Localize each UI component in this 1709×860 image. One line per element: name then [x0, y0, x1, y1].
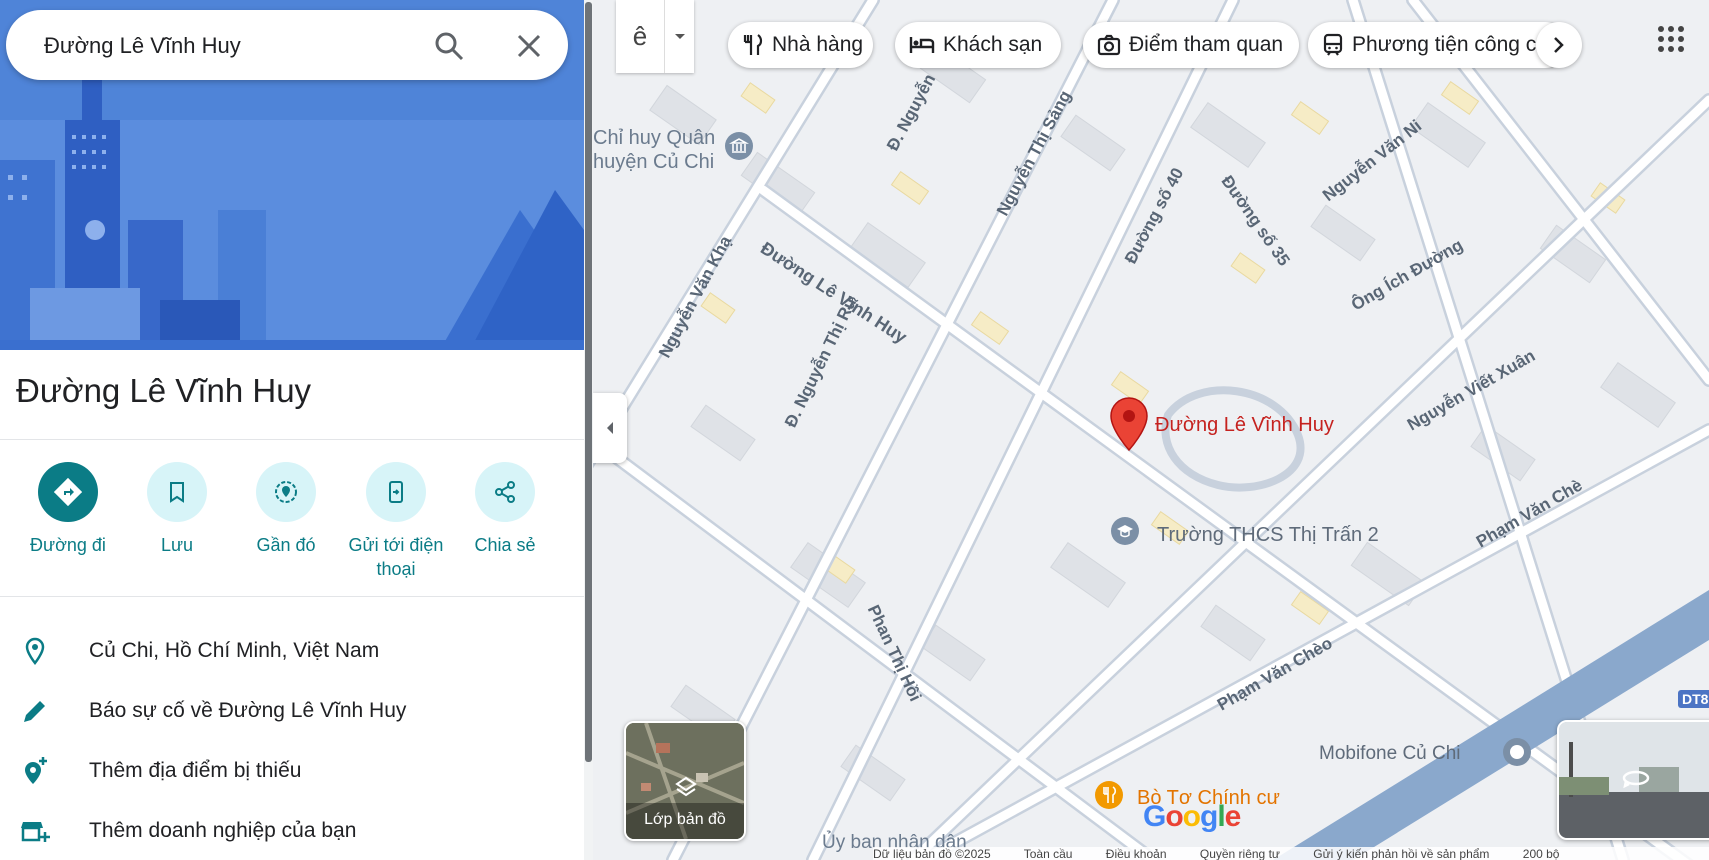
- street-view-thumbnail[interactable]: [1557, 720, 1709, 840]
- input-tools: ê: [616, 0, 694, 73]
- chip-attractions-label: Điểm tham quan: [1129, 33, 1284, 56]
- restaurant-icon: [743, 34, 763, 55]
- nearby-label: Gần đó: [256, 535, 316, 555]
- search-box: [6, 10, 568, 80]
- action-bar: Đường đi Lưu Gần đó Gửi tới điện thoại C…: [0, 460, 584, 590]
- map-footer: Dữ liệu bản đồ ©2025 Toàn cầu Điều khoản…: [873, 847, 1709, 860]
- poi-icon[interactable]: [1501, 736, 1533, 768]
- hotel-icon: [909, 37, 935, 53]
- report-issue-text: Báo sự cố về Đường Lê Vĩnh Huy: [89, 699, 407, 722]
- place-panel: Đường Lê Vĩnh Huy Đường đi Lưu Gần đó Gử…: [0, 0, 584, 860]
- pin-label[interactable]: Đường Lê Vĩnh Huy: [1155, 414, 1334, 437]
- location-pin-icon: [20, 636, 50, 666]
- add-business-row[interactable]: Thêm doanh nghiệp của bạn: [0, 804, 584, 858]
- nearby-icon: [256, 462, 316, 522]
- chip-restaurants[interactable]: Nhà hàng: [728, 22, 873, 68]
- place-title: Đường Lê Vĩnh Huy: [16, 372, 312, 409]
- chip-restaurants-label: Nhà hàng: [772, 33, 864, 56]
- bookmark-icon: [147, 462, 207, 522]
- divider: [0, 439, 584, 440]
- location-pin-marker[interactable]: [1109, 397, 1149, 451]
- address-row[interactable]: Củ Chi, Hồ Chí Minh, Việt Nam: [0, 624, 584, 678]
- panel-scrollbar[interactable]: [584, 0, 593, 860]
- rotate-360-icon: [1622, 770, 1650, 789]
- museum-icon[interactable]: [724, 131, 754, 161]
- address-text: Củ Chi, Hồ Chí Minh, Việt Nam: [89, 639, 380, 662]
- hero-illustration: [0, 0, 584, 350]
- footer-feedback[interactable]: Gửi ý kiến phản hồi về sản phẩm: [1313, 847, 1489, 860]
- poi-school[interactable]: Trường THCS Thị Trấn 2: [1157, 524, 1379, 547]
- share-button[interactable]: Chia sẻ: [450, 460, 560, 557]
- layers-label: Lớp bản đồ: [644, 811, 726, 828]
- collapse-panel-button[interactable]: [593, 393, 627, 463]
- footer-terms[interactable]: Điều khoản: [1106, 847, 1167, 860]
- directions-label: Đường đi: [30, 535, 106, 555]
- footer-map-data[interactable]: Dữ liệu bản đồ ©2025: [873, 847, 991, 860]
- footer-privacy[interactable]: Quyền riêng tư: [1200, 847, 1280, 860]
- share-icon: [475, 462, 535, 522]
- chevron-right-icon: [1554, 37, 1564, 53]
- restaurant-icon[interactable]: [1094, 780, 1124, 810]
- close-icon[interactable]: [514, 31, 544, 61]
- language-button[interactable]: ê: [616, 0, 664, 73]
- chip-hotels[interactable]: Khách sạn: [895, 22, 1061, 68]
- share-label: Chia sẻ: [474, 535, 536, 555]
- layers-button[interactable]: Lớp bản đồ: [624, 721, 746, 841]
- save-button[interactable]: Lưu: [122, 460, 232, 557]
- map-base: [593, 0, 1709, 860]
- add-location-icon: [20, 756, 50, 786]
- language-dropdown[interactable]: [664, 0, 695, 73]
- layers-icon: [675, 776, 697, 797]
- chips-next-button[interactable]: [1536, 22, 1582, 68]
- camera-icon: [1097, 34, 1121, 56]
- divider: [0, 596, 584, 597]
- caret-left-icon: [607, 422, 613, 434]
- add-missing-place-row[interactable]: Thêm địa điểm bị thiếu: [0, 744, 584, 798]
- poi-mobifone[interactable]: Mobifone Củ Chi: [1319, 743, 1461, 765]
- search-icon[interactable]: [434, 31, 464, 61]
- school-icon[interactable]: [1110, 516, 1140, 546]
- add-missing-place-text: Thêm địa điểm bị thiếu: [89, 759, 302, 782]
- directions-button[interactable]: Đường đi: [13, 460, 123, 557]
- send-to-phone-icon: [366, 462, 426, 522]
- poi-military-line1[interactable]: Chỉ huy Quân: [593, 127, 715, 150]
- footer-global[interactable]: Toàn cầu: [1024, 847, 1073, 860]
- poi-military-line2[interactable]: huyện Củ Chi: [593, 151, 714, 174]
- map-canvas[interactable]: Đường Lê Vĩnh Huy Trường THCS Thị Trấn 2…: [593, 0, 1709, 860]
- google-logo: Google: [1143, 800, 1241, 833]
- nearby-button[interactable]: Gần đó: [231, 460, 341, 557]
- report-issue-row[interactable]: Báo sự cố về Đường Lê Vĩnh Huy: [0, 684, 584, 738]
- chip-hotels-label: Khách sạn: [943, 33, 1043, 56]
- pencil-icon: [20, 696, 50, 726]
- chip-transit[interactable]: Phương tiện công c: [1308, 22, 1568, 68]
- search-input[interactable]: [42, 27, 426, 65]
- footer-scale[interactable]: 200 bộ: [1523, 847, 1560, 860]
- add-business-icon: [20, 816, 50, 846]
- send-to-phone-label: Gửi tới điện thoại: [348, 535, 444, 579]
- add-business-text: Thêm doanh nghiệp của bạn: [89, 819, 357, 842]
- chevron-down-icon: [675, 33, 685, 39]
- chip-transit-label: Phương tiện công c: [1352, 33, 1537, 56]
- chip-attractions[interactable]: Điểm tham quan: [1083, 22, 1299, 68]
- road-badge-dt8: DT8: [1678, 690, 1709, 708]
- directions-icon: [38, 462, 98, 522]
- transit-icon: [1323, 33, 1343, 56]
- send-to-phone-button[interactable]: Gửi tới điện thoại: [341, 460, 451, 581]
- apps-grid-icon[interactable]: [1656, 24, 1686, 54]
- save-label: Lưu: [160, 535, 194, 555]
